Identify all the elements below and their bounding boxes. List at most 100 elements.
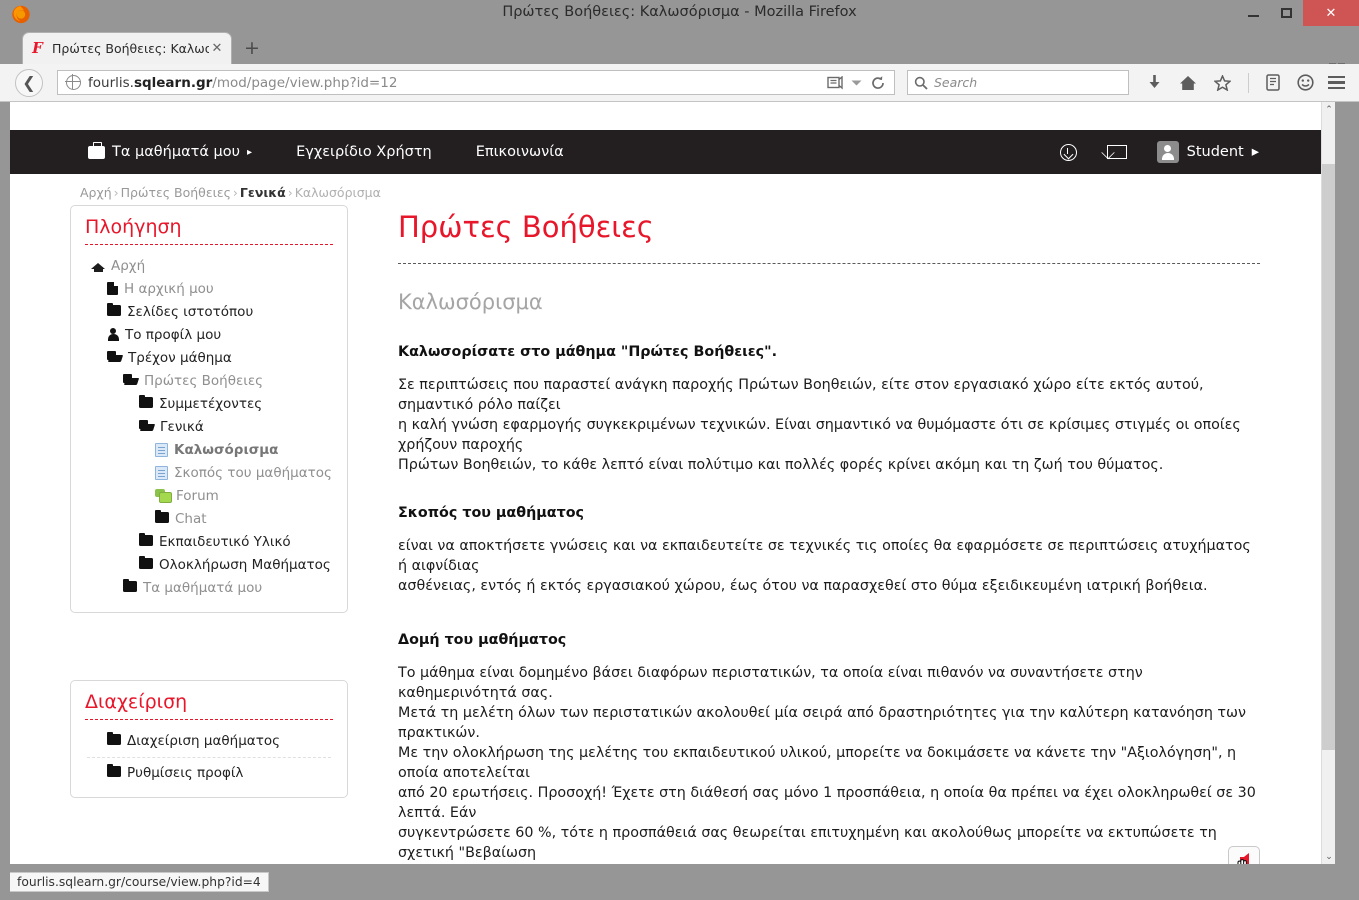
text-line: Σε περιπτώσεις που παραστεί ανάγκη παροχ… [398,377,1204,413]
nav-tree-item-general[interactable]: Γενικά [81,416,337,439]
address-bar[interactable]: fourlis.sqlearn.gr/mod/page/view.php?id=… [57,70,895,95]
folder-icon [139,532,153,546]
site-navigation-bar: Τα μαθήματά μου ▸ Εγχειρίδιο Χρήστη Επικ… [10,130,1321,174]
chevron-down-icon[interactable] [851,79,862,87]
star-icon[interactable] [1214,74,1231,91]
text-line: Το μάθημα είναι δομημένο βάσει διαφόρων … [398,665,1143,701]
envelope-icon[interactable] [1106,145,1127,159]
administration-block-body: Διαχείριση μαθήματος Ρυθμίσεις προφίλ [71,726,347,797]
reader-view-icon[interactable] [827,75,843,90]
folder-icon [107,302,121,316]
navigation-block-body: Αρχή Η αρχική μου Σελίδες ιστοτόπου Το π… [71,251,347,612]
admin-item-label: Ρυθμίσεις προφίλ [127,765,244,781]
nav-tree-item-my-courses[interactable]: Τα μαθήματά μου [81,577,337,600]
nav-tree-label: Τα μαθήματά μου [143,580,263,596]
breadcrumb: Αρχή › Πρώτες Βοήθειες › Γενικά › Καλωσόρισμα [80,185,381,200]
nav-tree-item-welcome[interactable]: Καλωσόρισμα [81,439,337,462]
nav-item-user-manual[interactable]: Εγχειρίδιο Χρήστη [274,144,454,160]
library-icon[interactable] [1266,74,1280,91]
home-icon[interactable] [1179,75,1197,91]
back-to-course-button[interactable] [1228,846,1260,864]
home-icon [91,259,105,272]
folder-icon [107,731,121,745]
nav-tree-label: Καλωσόρισμα [174,442,279,458]
folder-icon [139,555,153,569]
toolbar-icon-group [1147,72,1314,93]
reload-icon[interactable] [870,75,886,91]
nav-tree-item-home[interactable]: Αρχή [81,255,337,278]
admin-item-course-admin[interactable]: Διαχείριση μαθήματος [81,730,337,753]
nav-tree-item-site-pages[interactable]: Σελίδες ιστοτόπου [81,301,337,324]
nav-tree-item-purpose[interactable]: Σκοπός του μαθήματος [81,462,337,485]
scrollbar-thumb[interactable] [1322,164,1335,750]
nav-tree-label: Τρέχον μάθημα [128,350,232,366]
divider [398,263,1260,264]
breadcrumb-item-course[interactable]: Πρώτες Βοήθειες [121,185,231,200]
breadcrumb-separator: › [232,185,238,200]
download-circle-icon[interactable] [1059,143,1077,161]
nav-item-contact[interactable]: Επικοινωνία [454,144,586,160]
scroll-up-arrow-icon[interactable]: ⌃ [1322,102,1335,117]
page-icon [155,466,168,480]
nav-tree-label: Chat [175,511,207,527]
nav-tree-item-participants[interactable]: Συμμετέχοντες [81,393,337,416]
nav-tree-item-chat[interactable]: Chat [81,508,337,531]
page-title: Πρώτες Βοήθειες [398,210,654,244]
breadcrumb-item-section[interactable]: Γενικά [240,185,286,200]
text-line: ασθένειας, εντός ή εκτός εργασιακού χώρο… [398,578,1208,594]
globe-icon [65,74,81,90]
main-content: Πρώτες Βοήθειες Καλωσόρισμα Καλωσορίσατε… [398,207,1260,864]
browser-tab[interactable]: F Πρώτες Βοήθειες: Καλωσ... ✕ [22,32,232,64]
breadcrumb-item-current: Καλωσόρισμα [294,185,381,200]
status-link-url: fourlis.sqlearn.gr/course/view.php?id=4 [17,875,261,889]
nav-tree-label: Η αρχική μου [124,281,214,297]
breadcrumb-item-home[interactable]: Αρχή [80,185,112,200]
nav-tree-item-completion[interactable]: Ολοκλήρωση Μαθήματος [81,554,337,577]
scroll-down-arrow-icon[interactable]: ⌄ [1322,849,1335,864]
nav-tree-item-forum[interactable]: Forum [81,485,337,508]
user-menu[interactable]: Student ▸ [1156,141,1259,163]
text-line: από 20 ερωτήσεις. Προσοχή! Έχετε στη διά… [398,785,1256,821]
close-button[interactable]: ✕ [1303,0,1359,26]
nav-tree-item-materials[interactable]: Εκπαιδευτικό Υλικό [81,531,337,554]
nav-item-label: Τα μαθήματά μου [112,144,241,160]
firefox-window: Πρώτες Βοήθειες: Καλωσόρισμα - Mozilla F… [0,0,1359,900]
administration-block: Διαχείριση Διαχείριση μαθήματος Ρυθμίσει… [70,680,348,798]
admin-item-profile-settings[interactable]: Ρυθμίσεις προφίλ [81,762,337,785]
purpose-paragraph: είναι να αποκτήσετε γνώσεις και να εκπαι… [398,536,1260,596]
text-line: η καλή γνώση εφαρμογής συγκεκριμένων τεχ… [398,417,1241,453]
nav-tree-item-course[interactable]: Πρώτες Βοήθειες [81,370,337,393]
nav-tree-label: Το προφίλ μου [125,327,222,343]
moodle-page: Τα μαθήματά μου ▸ Εγχειρίδιο Χρήστη Επικ… [10,102,1321,864]
breadcrumb-separator: › [287,185,293,200]
text-line: είναι να αποκτήσετε γνώσεις και να εκπαι… [398,538,1251,574]
nav-tree-item-my-home[interactable]: Η αρχική μου [81,278,337,301]
search-input[interactable]: Search [934,75,977,90]
structure-paragraph: Το μάθημα είναι δομημένο βάσει διαφόρων … [398,663,1260,864]
search-bar[interactable]: Search [907,70,1129,95]
nav-tree-label: Συμμετέχοντες [159,396,263,412]
window-titlebar: Πρώτες Βοήθειες: Καλωσόρισμα - Mozilla F… [0,0,1359,28]
nav-tree-item-my-profile[interactable]: Το προφίλ μου [81,324,337,347]
new-tab-button[interactable]: + [240,38,264,60]
forum-icon [155,489,172,503]
page-scrollbar[interactable]: ⌃ ⌄ [1321,102,1335,864]
close-icon[interactable]: ✕ [209,41,225,57]
hamburger-menu-icon[interactable] [1328,76,1345,89]
page-icon [155,443,168,457]
maximize-button[interactable] [1270,0,1303,26]
nav-tree-label: Ολοκλήρωση Μαθήματος [159,557,331,573]
folder-open-icon [139,420,154,431]
smiley-icon[interactable] [1297,74,1314,91]
back-button[interactable]: ❮ [15,68,43,97]
nav-item-my-courses[interactable]: Τα μαθήματά μου ▸ [88,142,274,160]
nav-tree-item-current-course[interactable]: Τρέχον μάθημα [81,347,337,370]
toolbar-divider [1248,72,1249,93]
download-icon[interactable] [1147,74,1162,91]
folder-icon [107,763,121,777]
user-avatar-icon [1156,141,1179,163]
divider [85,719,333,720]
minimize-button[interactable] [1237,0,1270,26]
search-icon [914,76,928,90]
folder-open-icon [123,374,138,385]
